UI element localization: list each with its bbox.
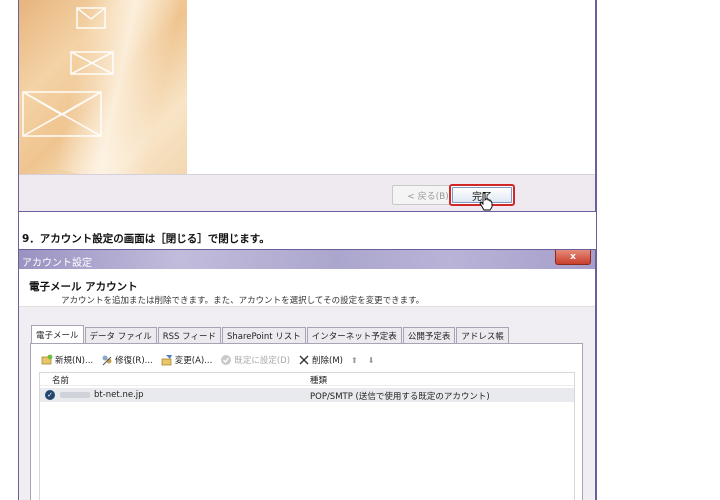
list-header: 名前 種類	[40, 373, 574, 386]
account-wizard-dialog: < 戻る(B) 完了	[18, 0, 596, 212]
new-account-icon	[41, 354, 53, 366]
repair-icon	[101, 354, 113, 366]
new-label: 新規(N)...	[55, 356, 94, 366]
change-icon	[161, 354, 173, 366]
remove-x-icon	[298, 354, 310, 366]
account-settings-dialog: アカウント設定 x 電子メール アカウント アカウントを追加または削除できます。…	[18, 249, 596, 500]
tab-strip: 電子メール データ ファイル RSS フィード SharePoint リスト イ…	[31, 325, 510, 343]
column-header-name[interactable]: 名前	[52, 374, 69, 386]
envelope-art-icon	[22, 7, 114, 137]
change-label: 変更(A)...	[174, 356, 213, 366]
account-toolbar: 新規(N)... 修復(R)... 変更(A)... 既定に設定(D) 削除(M…	[41, 353, 384, 367]
hand-cursor-icon	[479, 192, 493, 211]
window-title-bar: アカウント設定 x	[19, 250, 595, 269]
account-type: POP/SMTP (送信で使用する既定のアカウント)	[310, 392, 490, 402]
set-default-icon	[220, 354, 232, 366]
redacted-text	[60, 392, 90, 398]
wizard-button-bar: < 戻る(B) 完了	[19, 174, 595, 211]
tab-internet-calendars[interactable]: インターネット予定表	[306, 327, 402, 343]
header-description: アカウントを追加または削除できます。また、アカウントを選択してその設定を変更でき…	[61, 296, 425, 306]
page-border-right	[596, 0, 597, 500]
set-default-button[interactable]: 既定に設定(D)	[220, 354, 290, 366]
window-title: アカウント設定	[22, 258, 92, 269]
step-instruction: 9．アカウント設定の画面は［閉じる］で閉じます。	[22, 233, 270, 245]
tab-rss-feeds[interactable]: RSS フィード	[157, 327, 221, 343]
list-item[interactable]: ✓ bt-net.ne.jp POP/SMTP (送信で使用する既定のアカウント…	[40, 388, 574, 402]
tab-email[interactable]: 電子メール	[31, 325, 84, 343]
dialog-body: 電子メール データ ファイル RSS フィード SharePoint リスト イ…	[19, 307, 595, 500]
close-icon: x	[570, 252, 576, 262]
tab-address-books[interactable]: アドレス帳	[456, 327, 509, 343]
column-header-type[interactable]: 種類	[310, 374, 327, 386]
account-name: bt-net.ne.jp	[94, 390, 144, 400]
dialog-header: 電子メール アカウント アカウントを追加または削除できます。また、アカウントを選…	[19, 269, 595, 307]
account-list: 名前 種類 ✓ bt-net.ne.jp POP/SMTP (送信で使用する既定…	[39, 372, 575, 500]
move-down-arrow-icon[interactable]: ⬇	[368, 356, 375, 365]
move-up-arrow-icon[interactable]: ⬆	[351, 356, 358, 365]
new-button[interactable]: 新規(N)...	[41, 354, 93, 366]
remove-button[interactable]: 削除(M)	[298, 354, 343, 366]
tab-data-files[interactable]: データ ファイル	[84, 327, 157, 343]
header-title: 電子メール アカウント	[29, 281, 138, 293]
repair-label: 修復(R)...	[115, 356, 153, 366]
email-tab-panel: 新規(N)... 修復(R)... 変更(A)... 既定に設定(D) 削除(M…	[30, 343, 583, 500]
wizard-banner-art	[19, 0, 187, 174]
default-account-check-icon: ✓	[45, 390, 55, 400]
repair-button[interactable]: 修復(R)...	[101, 354, 153, 366]
remove-label: 削除(M)	[312, 356, 343, 366]
tab-published-calendars[interactable]: 公開予定表	[402, 327, 456, 343]
tab-sharepoint-lists[interactable]: SharePoint リスト	[221, 327, 306, 343]
change-button[interactable]: 変更(A)...	[161, 354, 213, 366]
set-default-label: 既定に設定(D)	[234, 356, 291, 366]
close-button[interactable]: x	[555, 250, 591, 265]
